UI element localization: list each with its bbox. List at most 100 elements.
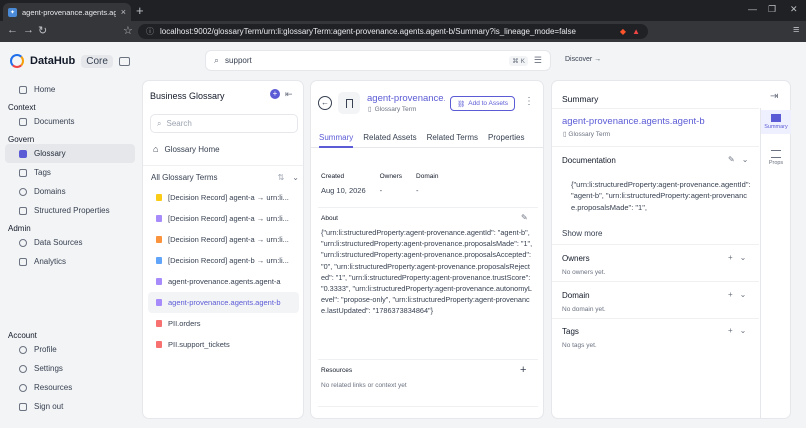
glossary-term-item[interactable]: [Decision Record] agent-a → urn:li... xyxy=(148,187,299,208)
browser-tab-bar: ✦ agent-provenance.agents.agent-b × + — … xyxy=(0,0,806,21)
nav-resources[interactable]: Resources xyxy=(5,378,135,397)
glossary-home-link[interactable]: ⌂ Glossary Home xyxy=(153,144,220,154)
documentation-label: Documentation xyxy=(562,156,616,165)
nav-structured-properties[interactable]: Structured Properties xyxy=(5,201,135,220)
add-term-button[interactable]: + xyxy=(270,89,280,99)
term-icon xyxy=(156,341,162,348)
term-icon xyxy=(156,236,162,243)
brave-shield-icon[interactable]: ◆ xyxy=(620,27,626,36)
maximize-icon[interactable]: ❐ xyxy=(768,4,776,15)
address-bar[interactable]: ⓘ localhost:9002/glossaryTerm/urn:li:glo… xyxy=(138,24,648,39)
tab-properties[interactable]: Properties xyxy=(488,128,524,148)
nav-tags[interactable]: Tags xyxy=(5,163,135,182)
search-icon: ⌕ xyxy=(214,55,220,65)
plus-icon[interactable]: + xyxy=(728,326,733,335)
browser-tab[interactable]: ✦ agent-provenance.agents.agent-b × xyxy=(3,3,131,21)
glossary-term-item[interactable]: PII.support_tickets xyxy=(148,334,299,355)
global-search[interactable]: ⌕ support ⌘ K ☰ xyxy=(205,50,551,71)
nav-home[interactable]: Home xyxy=(5,80,135,99)
glossary-term-item[interactable]: [Decision Record] agent-b → urn:li... xyxy=(148,250,299,271)
discover-link[interactable]: Discover → xyxy=(565,56,601,63)
summary-entity-type: ▯ Glossary Term xyxy=(563,131,611,138)
nav-settings[interactable]: Settings xyxy=(5,359,135,378)
chart-line-icon xyxy=(19,257,27,266)
sort-icon[interactable]: ⇅ xyxy=(278,173,285,182)
book-icon xyxy=(19,149,27,158)
close-tab-icon[interactable]: × xyxy=(121,7,126,17)
domain-actions: + ⌄ xyxy=(728,290,746,299)
add-to-assets-button[interactable]: ⛓ Add to Assets xyxy=(450,96,515,111)
favicon-icon: ✦ xyxy=(8,7,17,17)
user-icon xyxy=(19,345,27,354)
nav-documents[interactable]: Documents xyxy=(5,112,135,131)
back-icon[interactable]: ← xyxy=(7,24,18,36)
glossary-term-item[interactable]: PII.orders xyxy=(148,313,299,334)
new-tab-icon[interactable]: + xyxy=(136,3,144,18)
browser-tab-title: agent-provenance.agents.agent-b xyxy=(22,7,116,17)
summary-title: Summary xyxy=(562,94,599,104)
edit-icon[interactable]: ✎ xyxy=(521,213,528,222)
tab-summary[interactable]: Summary xyxy=(319,128,354,148)
filter-icon[interactable]: ☰ xyxy=(534,55,542,66)
brave-rewards-icon[interactable]: ▲ xyxy=(632,27,640,36)
link-icon: ⛓ xyxy=(456,100,466,108)
tab-related-terms[interactable]: Related Terms xyxy=(427,128,478,148)
reload-icon[interactable]: ↻ xyxy=(38,24,47,37)
nav-analytics[interactable]: Analytics xyxy=(5,252,135,271)
glossary-term-item-selected[interactable]: agent-provenance.agents.agent-b xyxy=(148,292,299,313)
minimize-icon[interactable]: — xyxy=(748,4,757,14)
collapse-sidebar-icon[interactable] xyxy=(119,57,130,66)
glossary-search-input[interactable]: ⌕ Search xyxy=(150,114,298,133)
bookmark-icon[interactable]: ☆ xyxy=(123,24,133,37)
owners-actions: + ⌄ xyxy=(728,253,746,262)
globe-icon xyxy=(19,187,27,196)
add-resource-button[interactable]: + xyxy=(520,364,526,376)
back-button[interactable]: ← xyxy=(318,96,332,110)
book-icon xyxy=(771,114,781,122)
divider xyxy=(318,359,538,360)
more-options-icon[interactable]: ⋮ xyxy=(524,96,534,107)
entity-tabs: Summary Related Assets Related Terms Pro… xyxy=(311,128,543,148)
summary-entity-name: agent-provenance.agents.agent-b xyxy=(562,116,705,127)
nav-domains[interactable]: Domains xyxy=(5,182,135,201)
search-shortcut: ⌘ K xyxy=(509,55,528,66)
forward-icon[interactable]: → xyxy=(23,24,34,36)
summary-panel: Summary ⇥ Summary Props agent-provenance… xyxy=(551,80,791,419)
chevron-down-icon[interactable]: ⌄ xyxy=(740,253,747,262)
glossary-term-item[interactable]: agent-provenance.agents.agent-a xyxy=(148,271,299,292)
chevron-down-icon[interactable]: ⌄ xyxy=(742,155,749,164)
about-text: {"urn:li:structuredProperty:agent-proven… xyxy=(321,228,533,316)
collapse-panel-icon[interactable]: ⇤ xyxy=(285,89,293,100)
chevron-down-icon[interactable]: ⌄ xyxy=(740,326,747,335)
datahub-logo-icon xyxy=(10,54,24,68)
tab-related-assets[interactable]: Related Assets xyxy=(363,128,416,148)
rail-summary[interactable]: Summary xyxy=(761,110,791,134)
nav-sign-out[interactable]: Sign out xyxy=(5,397,135,416)
divider xyxy=(318,207,538,208)
glossary-term-item[interactable]: [Decision Record] agent-a → urn:li... xyxy=(148,229,299,250)
nav-profile[interactable]: Profile xyxy=(5,340,135,359)
show-more-link[interactable]: Show more xyxy=(562,229,602,238)
entity-type-tile xyxy=(338,92,360,114)
all-glossary-terms-header[interactable]: All Glossary Terms ⇅ ⌄ xyxy=(151,173,299,182)
rail-props[interactable]: Props xyxy=(761,146,791,170)
term-icon xyxy=(156,215,162,222)
close-panel-icon[interactable]: ⇥ xyxy=(770,91,778,102)
nav-section-context: Context xyxy=(8,103,36,112)
plus-icon[interactable]: + xyxy=(728,253,733,262)
plus-icon[interactable]: + xyxy=(728,290,733,299)
glossary-terms-list: [Decision Record] agent-a → urn:li... [D… xyxy=(148,187,299,355)
nav-data-sources[interactable]: Data Sources xyxy=(5,233,135,252)
window-close-icon[interactable]: ✕ xyxy=(790,4,798,15)
nav-glossary[interactable]: Glossary xyxy=(5,144,135,163)
glossary-term-item[interactable]: [Decision Record] agent-a → urn:li... xyxy=(148,208,299,229)
nav-section-govern: Govern xyxy=(8,135,35,144)
help-icon xyxy=(19,383,27,392)
chevron-down-icon[interactable]: ⌄ xyxy=(740,290,747,299)
edit-icon[interactable]: ✎ xyxy=(728,155,735,164)
chevron-down-icon[interactable]: ⌄ xyxy=(292,173,299,182)
brand[interactable]: DataHub Core xyxy=(10,54,113,68)
search-input[interactable]: support xyxy=(225,56,503,65)
menu-icon[interactable]: ≡ xyxy=(793,24,799,36)
site-info-icon[interactable]: ⓘ xyxy=(146,26,154,37)
